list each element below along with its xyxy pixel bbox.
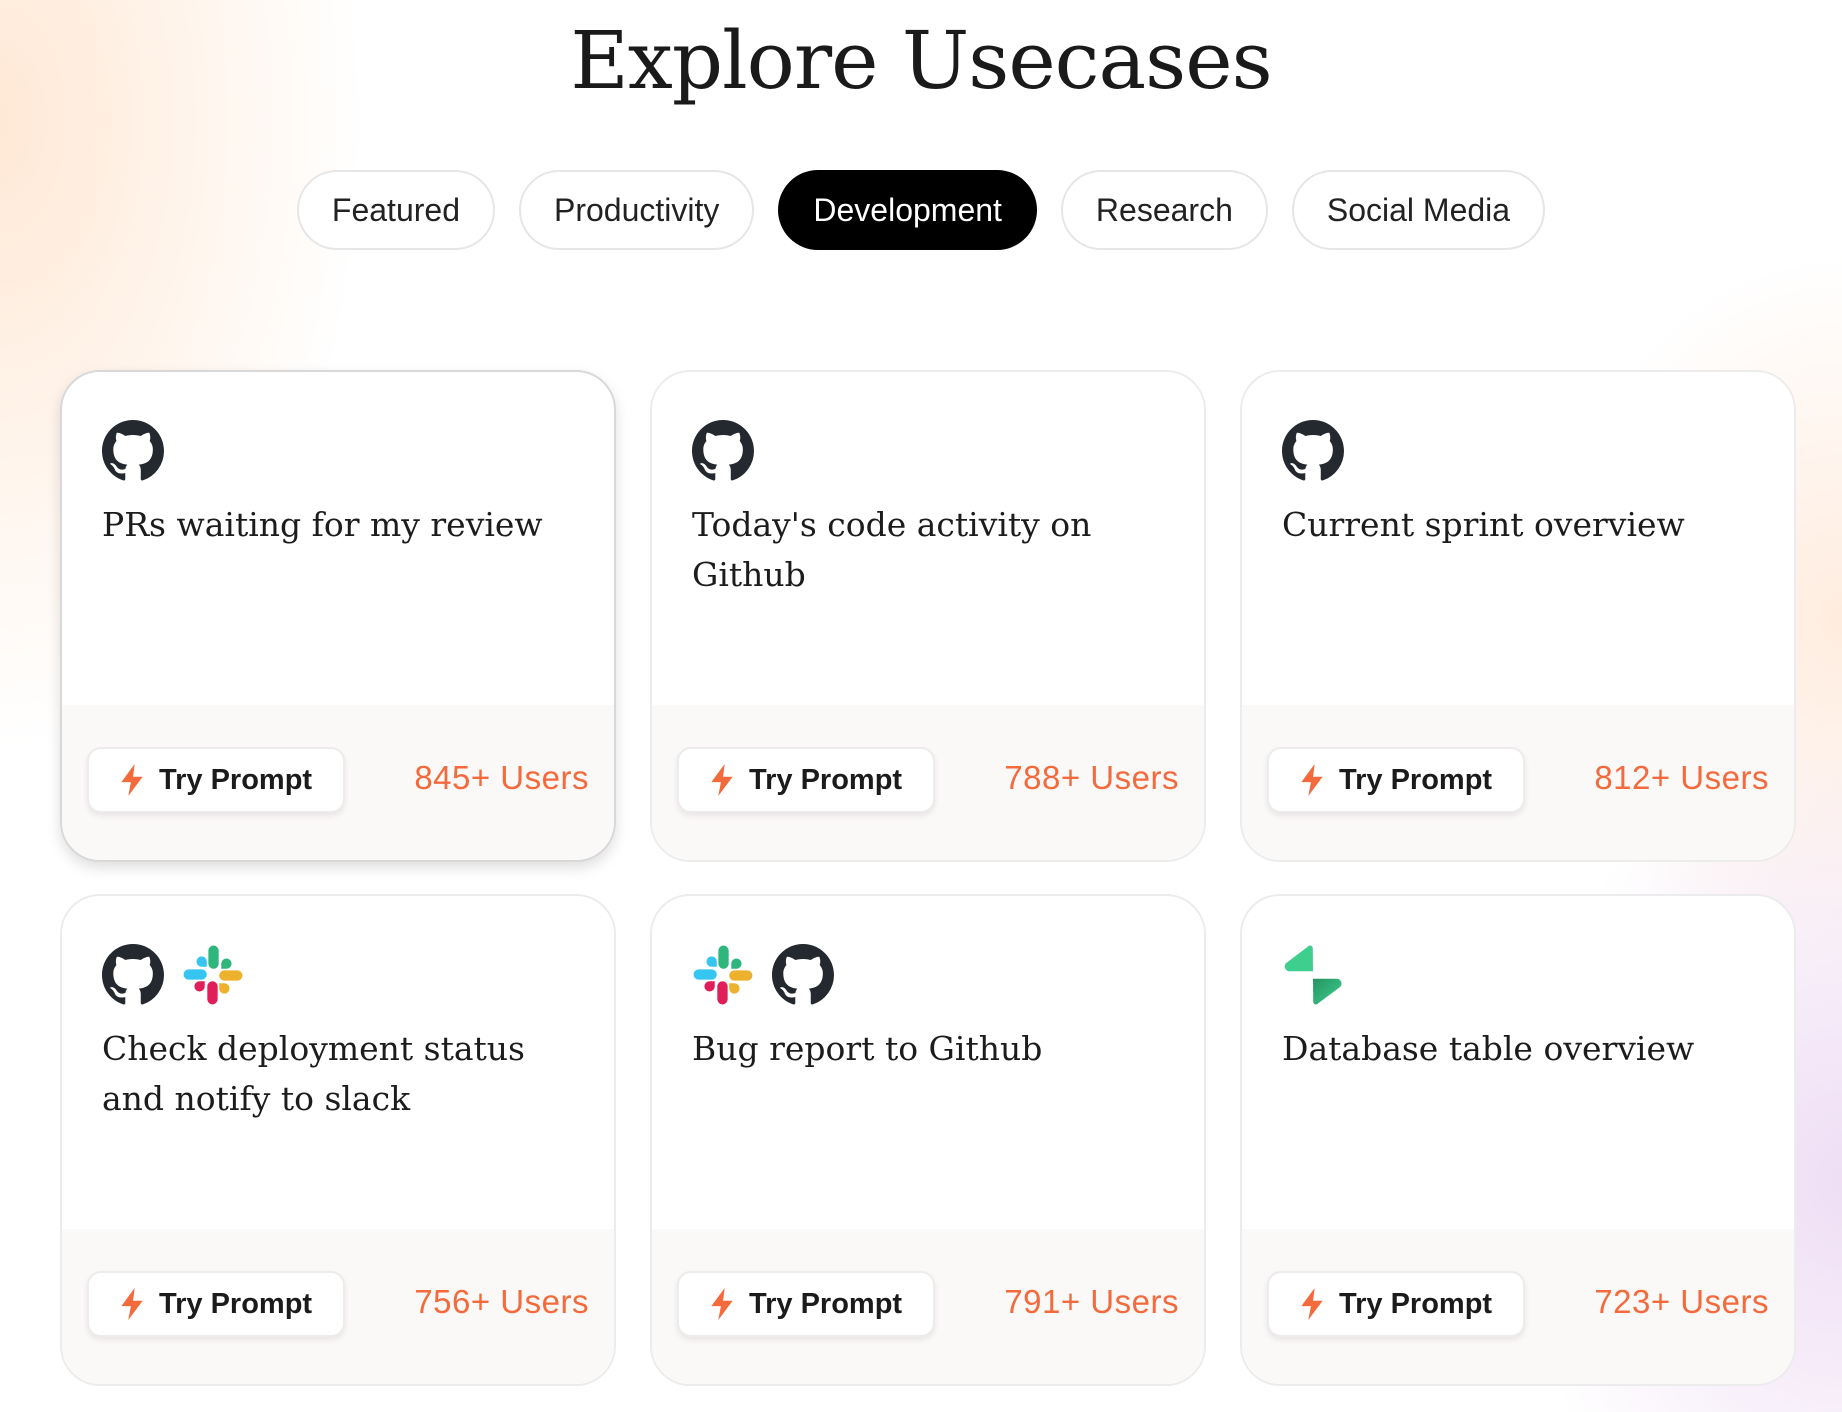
usecase-title: Check deployment status and notify to sl…	[102, 1029, 525, 1118]
github-icon	[102, 944, 164, 1006]
bolt-icon	[119, 1288, 145, 1320]
tab-social-media[interactable]: Social Media	[1291, 170, 1546, 250]
page-title: Explore Usecases	[570, 14, 1272, 107]
card-footer: Try Prompt 756+ Users	[62, 1229, 614, 1384]
try-prompt-label: Try Prompt	[1339, 1287, 1493, 1320]
github-icon	[102, 420, 164, 482]
usecase-card[interactable]: Current sprint overview Try Prompt 812+ …	[1240, 370, 1796, 862]
card-footer: Try Prompt 791+ Users	[652, 1229, 1204, 1384]
github-icon	[1282, 420, 1344, 482]
usecase-title: Database table overview	[1282, 1029, 1695, 1068]
bolt-icon	[1299, 764, 1325, 796]
usecase-title: Today's code activity on Github	[692, 505, 1092, 594]
github-icon	[772, 944, 834, 1006]
try-prompt-button[interactable]: Try Prompt	[1267, 747, 1525, 813]
slack-icon	[182, 944, 244, 1006]
usecase-title: Current sprint overview	[1282, 505, 1685, 544]
integration-icons	[692, 944, 834, 1006]
card-footer: Try Prompt 812+ Users	[1242, 705, 1794, 860]
user-count: 845+ Users	[414, 759, 589, 796]
tab-research[interactable]: Research	[1060, 170, 1268, 250]
slack-icon	[692, 944, 754, 1006]
try-prompt-button[interactable]: Try Prompt	[1267, 1271, 1525, 1337]
integration-icons	[692, 420, 754, 482]
try-prompt-button[interactable]: Try Prompt	[677, 1271, 935, 1337]
usecase-title: Bug report to Github	[692, 1029, 1043, 1068]
bolt-icon	[119, 764, 145, 796]
usecase-card[interactable]: Today's code activity on Github Try Prom…	[650, 370, 1206, 862]
github-icon	[692, 420, 754, 482]
try-prompt-button[interactable]: Try Prompt	[677, 747, 935, 813]
card-footer: Try Prompt 845+ Users	[62, 705, 614, 860]
usecase-card[interactable]: Check deployment status and notify to sl…	[60, 894, 616, 1386]
try-prompt-label: Try Prompt	[1339, 763, 1493, 796]
usecase-card[interactable]: Database table overview Try Prompt 723+ …	[1240, 894, 1796, 1386]
try-prompt-label: Try Prompt	[749, 763, 903, 796]
user-count: 723+ Users	[1594, 1283, 1769, 1320]
bolt-icon	[709, 1288, 735, 1320]
integration-icons	[102, 420, 164, 482]
usecase-card[interactable]: PRs waiting for my review Try Prompt 845…	[60, 370, 616, 862]
card-footer: Try Prompt 723+ Users	[1242, 1229, 1794, 1384]
bolt-icon	[1299, 1288, 1325, 1320]
tab-productivity[interactable]: Productivity	[518, 170, 755, 250]
integration-icons	[102, 944, 244, 1006]
try-prompt-label: Try Prompt	[749, 1287, 903, 1320]
try-prompt-button[interactable]: Try Prompt	[87, 1271, 345, 1337]
user-count: 812+ Users	[1594, 759, 1769, 796]
tab-development[interactable]: Development	[778, 170, 1037, 250]
user-count: 788+ Users	[1004, 759, 1179, 796]
user-count: 756+ Users	[414, 1283, 589, 1320]
tab-featured[interactable]: Featured	[296, 170, 495, 250]
try-prompt-button[interactable]: Try Prompt	[87, 747, 345, 813]
integration-icons	[1282, 944, 1344, 1006]
try-prompt-label: Try Prompt	[159, 1287, 313, 1320]
card-footer: Try Prompt 788+ Users	[652, 705, 1204, 860]
category-tabs: Featured Productivity Development Resear…	[0, 170, 1842, 250]
usecase-card[interactable]: Bug report to Github Try Prompt 791+ Use…	[650, 894, 1206, 1386]
supabase-icon	[1282, 944, 1344, 1006]
usecase-title: PRs waiting for my review	[102, 505, 543, 544]
bolt-icon	[709, 764, 735, 796]
integration-icons	[1282, 420, 1344, 482]
user-count: 791+ Users	[1004, 1283, 1179, 1320]
try-prompt-label: Try Prompt	[159, 763, 313, 796]
